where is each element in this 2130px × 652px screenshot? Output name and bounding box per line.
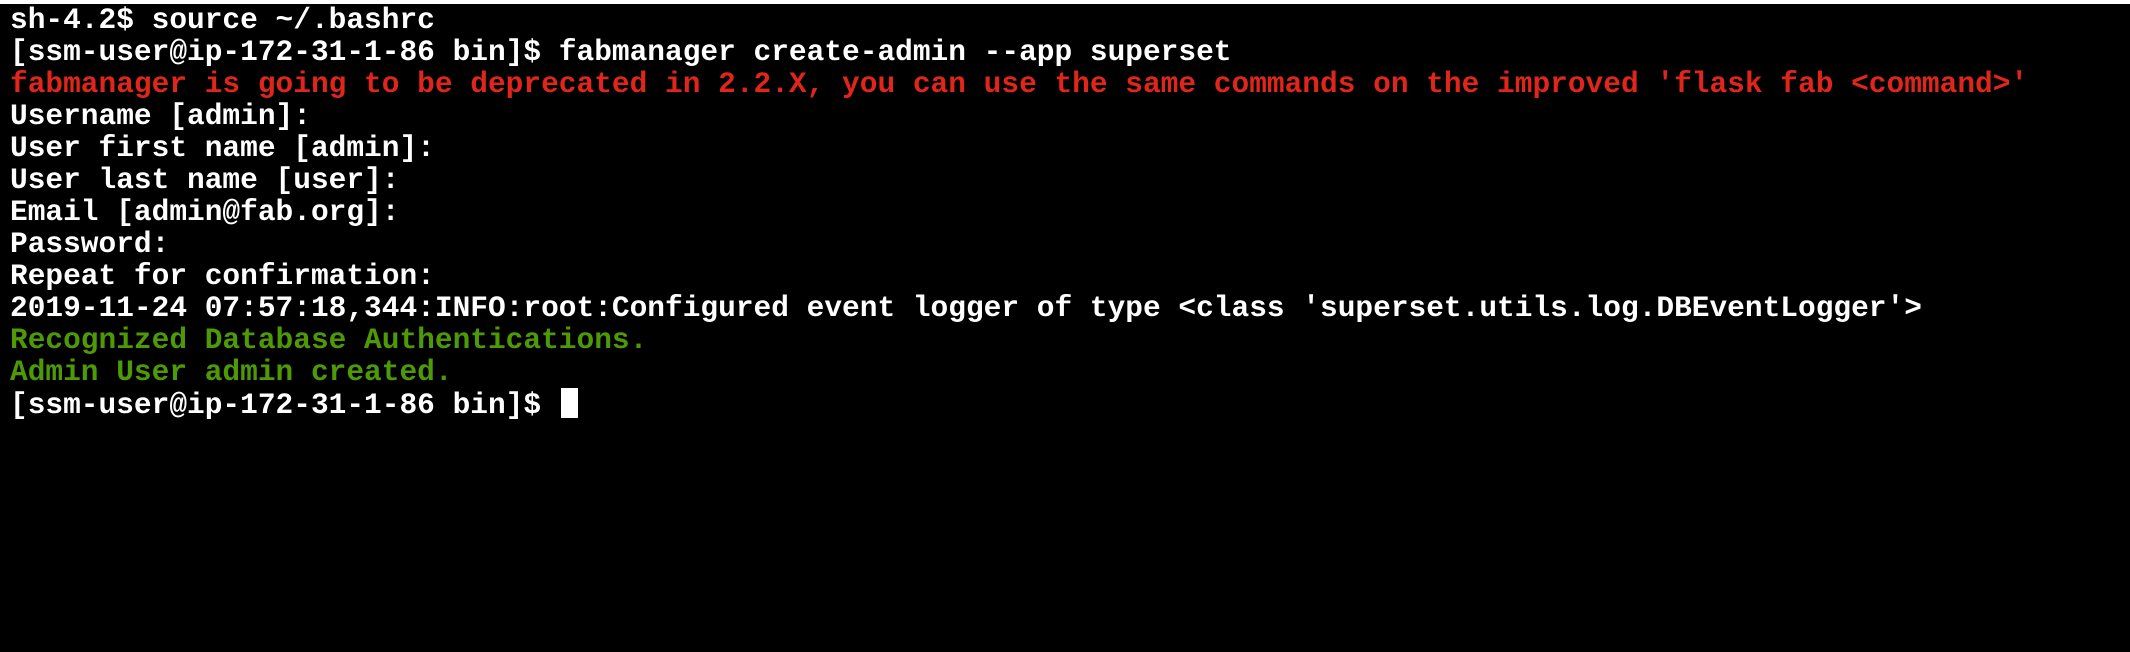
log-line: 2019-11-24 07:57:18,344:INFO:root:Config… <box>10 291 1922 325</box>
terminal-line: Username [admin]: <box>10 99 311 133</box>
terminal-line: User first name [admin]: <box>10 131 435 165</box>
terminal-line: User last name [user]: <box>10 163 400 197</box>
success-line: Recognized Database Authentications. <box>10 323 648 357</box>
terminal-line: Password: <box>10 227 170 261</box>
terminal-line: Repeat for confirmation: <box>10 259 435 293</box>
success-line: Admin User admin created. <box>10 355 453 389</box>
terminal-line: [ssm-user@ip-172-31-1-86 bin]$ fabmanage… <box>10 35 1232 69</box>
terminal-line: Email [admin@fab.org]: <box>10 195 400 229</box>
terminal-line: sh-4.2$ source ~/.bashrc <box>10 3 435 37</box>
deprecation-warning-line: fabmanager is going to be deprecated in … <box>10 67 2029 101</box>
cursor-block <box>560 388 578 418</box>
prompt-text: [ssm-user@ip-172-31-1-86 bin]$ <box>10 388 559 422</box>
terminal-window[interactable]: sh-4.2$ source ~/.bashrc [ssm-user@ip-17… <box>0 4 2130 652</box>
prompt-line[interactable]: [ssm-user@ip-172-31-1-86 bin]$ <box>10 388 2130 422</box>
